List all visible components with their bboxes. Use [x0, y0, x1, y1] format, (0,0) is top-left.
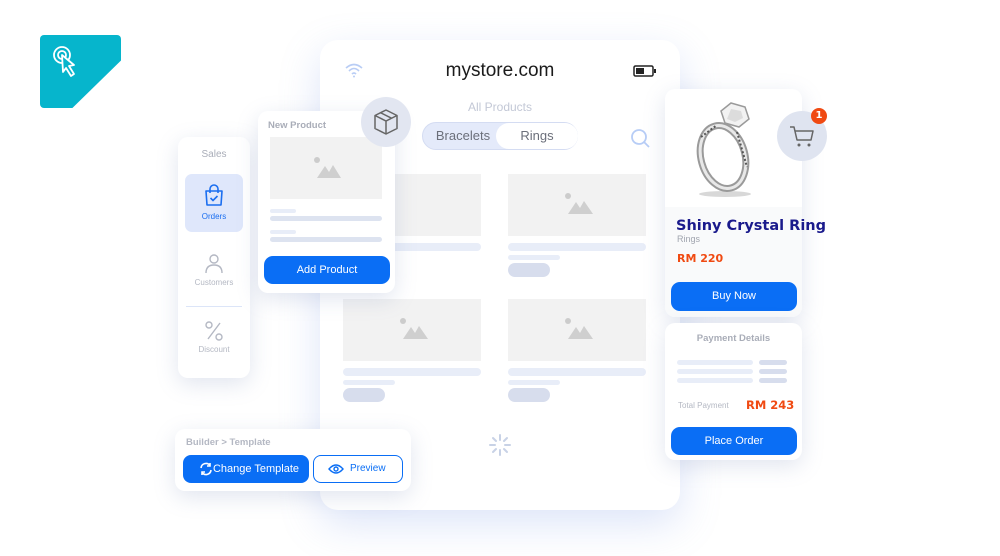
loading-spinner-icon [489, 434, 511, 456]
sidebar-item-label: Orders [201, 212, 227, 221]
product-price: RM 220 [677, 252, 724, 265]
refresh-icon [200, 462, 212, 476]
divider [186, 306, 242, 307]
box-icon [374, 109, 398, 135]
total-payment-label: Total Payment [678, 401, 729, 410]
preview-label: Preview [350, 463, 386, 474]
shopping-bag-check-icon [205, 184, 223, 206]
card-title: New Product [268, 120, 327, 131]
sidebar-title: Sales [201, 149, 227, 160]
change-template-label: Change Template [212, 463, 300, 475]
image-icon [314, 157, 341, 178]
cart-count-badge: 1 [811, 108, 827, 124]
sidebar-item-orders[interactable]: Orders [185, 174, 243, 232]
search-icon[interactable] [630, 128, 652, 150]
product-name: Shiny Crystal Ring [676, 218, 827, 234]
change-template-button[interactable]: Change Template [183, 455, 309, 483]
sales-sidebar: Sales Orders Customers Discount [178, 137, 250, 378]
sidebar-item-discount[interactable]: Discount [185, 315, 243, 361]
breadcrumb: Builder > Template [186, 437, 271, 448]
box-icon-badge [361, 97, 411, 147]
battery-icon [633, 65, 656, 77]
product-category: Rings [677, 234, 701, 244]
sidebar-item-label: Customers [194, 278, 234, 287]
category-switch: Bracelets Rings [422, 122, 578, 150]
app-logo [40, 35, 121, 108]
payment-details-card: Payment Details Total Payment RM 243 Pla… [665, 323, 802, 460]
shopping-cart-icon [790, 126, 814, 147]
category-tab-bracelets[interactable]: Bracelets [423, 123, 503, 149]
percent-icon [205, 321, 223, 341]
place-order-button[interactable]: Place Order [671, 427, 797, 455]
category-tab-rings[interactable]: Rings [496, 123, 578, 149]
card-title: Payment Details [696, 333, 771, 344]
click-cursor-icon [53, 46, 75, 77]
user-icon [205, 254, 223, 274]
eye-icon [328, 464, 344, 474]
builder-card: Builder > Template Change Template Previ… [175, 429, 411, 491]
total-payment-value: RM 243 [746, 398, 795, 412]
preview-button[interactable]: Preview [313, 455, 403, 483]
buy-now-button[interactable]: Buy Now [671, 282, 797, 311]
ring-product-image [696, 102, 751, 197]
add-product-button[interactable]: Add Product [264, 256, 390, 284]
sidebar-item-customers[interactable]: Customers [185, 247, 243, 293]
store-domain: mystore.com [445, 60, 555, 81]
sidebar-item-label: Discount [198, 345, 230, 354]
